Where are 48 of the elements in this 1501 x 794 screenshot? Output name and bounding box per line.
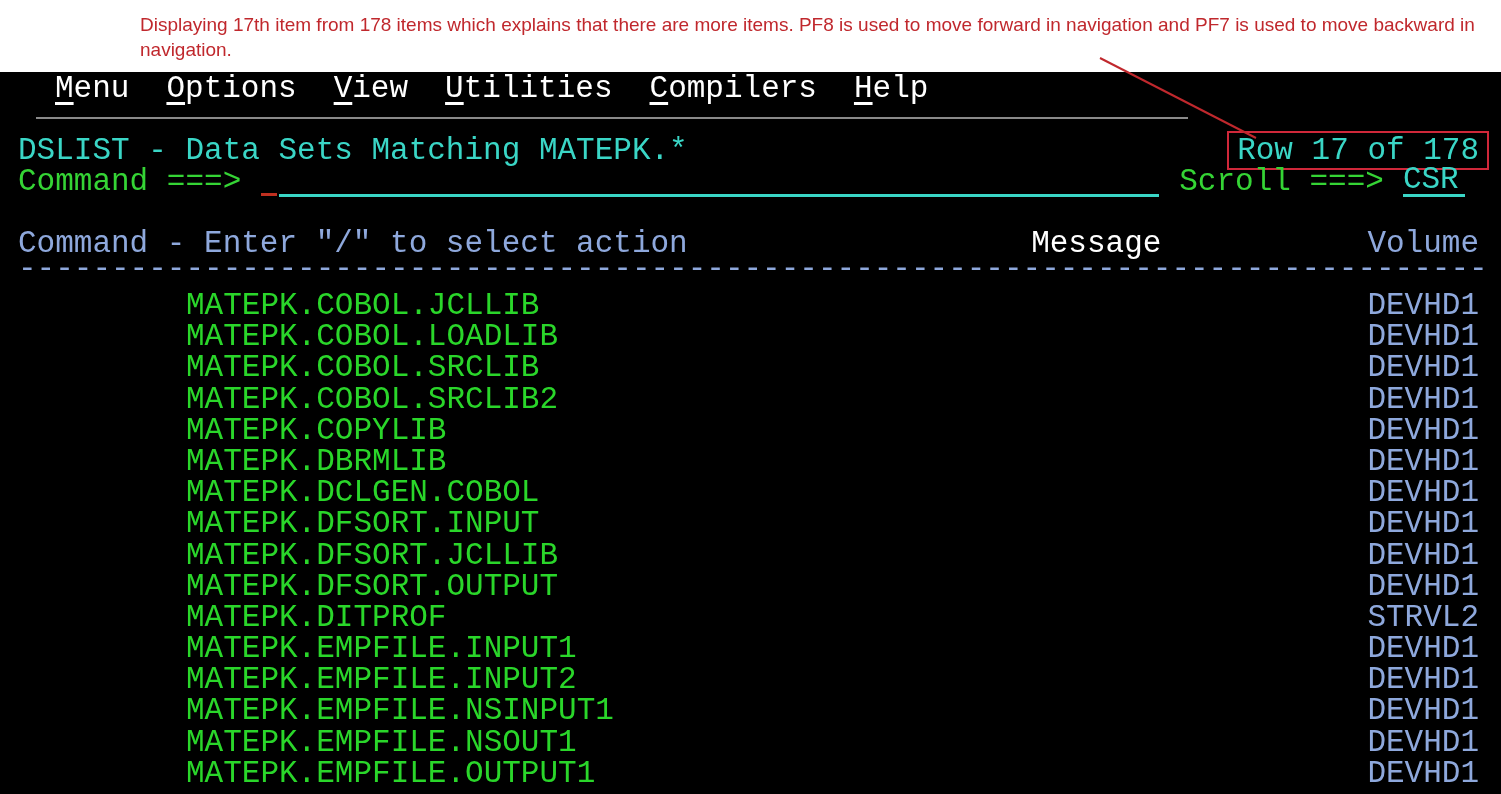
annotation-text: Displaying 17th item from 178 items which explains that there are more items. PF8 is used to move forward in navigation and PF7 is used to move backward in navigation. (140, 13, 1476, 62)
volume-cell: DEVHD1 (1367, 539, 1479, 571)
dataset-name[interactable]: MATEPK.DFSORT.INPUT (186, 508, 540, 540)
dataset-name[interactable]: MATEPK.DCLGEN.COBOL (186, 477, 540, 509)
dataset-name[interactable]: MATEPK.EMPFILE.OUTPUT1 (186, 757, 596, 789)
volume-cell: DEVHD1 (1367, 445, 1479, 478)
dataset-name[interactable]: MATEPK.DFSORT.OUTPUT (186, 570, 559, 602)
volume-cell: DEVHD1 (1367, 664, 1479, 696)
column-header: Volume (1367, 228, 1479, 259)
dataset-name[interactable]: MATEPK.COBOL.LOADLIB (186, 321, 559, 353)
volume-cell: DEVHD1 (1367, 321, 1479, 353)
column-header: Message (1031, 228, 1162, 259)
dataset-name[interactable]: MATEPK.COBOL.JCLLIB (186, 290, 540, 322)
dataset-name[interactable]: MATEPK.EMPFILE.NSINPUT1 (186, 695, 614, 727)
dataset-name[interactable]: MATEPK.COBOL.SRCLIB (186, 352, 540, 384)
panel-title: DSLIST - Data Sets Matching MATEPK.* (18, 135, 688, 166)
dataset-name[interactable]: MATEPK.DBRMLIB (186, 445, 447, 478)
menu-item[interactable]: Compilers (649, 73, 817, 104)
dataset-name[interactable]: MATEPK.EMPFILE.INPUT1 (186, 633, 577, 665)
menu-item[interactable]: Menu (55, 73, 130, 104)
scroll-label: Scroll ===> (1179, 166, 1384, 197)
menu-item[interactable]: Options (166, 73, 297, 104)
dataset-name[interactable]: MATEPK.EMPFILE.NSOUT1 (186, 726, 577, 758)
menu-item[interactable]: Help (853, 73, 929, 104)
volume-cell: DEVHD1 (1367, 633, 1479, 665)
scroll-field[interactable]: CSR (1402, 166, 1465, 197)
menu-item[interactable]: View (333, 73, 409, 104)
volume-cell: DEVHD1 (1367, 757, 1479, 789)
command-label: Command ===> (18, 166, 242, 197)
cursor-mark (261, 193, 278, 196)
dataset-name[interactable]: MATEPK.DFSORT.JCLLIB (186, 539, 559, 571)
separator-dashes: ------------------------------------------------------------------------------- (17, 259, 1489, 288)
volume-cell: DEVHD1 (1367, 352, 1479, 384)
volume-cell: DEVHD1 (1367, 477, 1479, 509)
dataset-name[interactable]: MATEPK.COPYLIB (186, 414, 447, 446)
volume-cell: DEVHD1 (1367, 695, 1479, 727)
volume-cell: DEVHD1 (1367, 290, 1479, 322)
volume-cell: DEVHD1 (1367, 508, 1479, 540)
volume-cell: DEVHD1 (1367, 383, 1479, 415)
dataset-name[interactable]: MATEPK.DITPROF (186, 601, 447, 634)
column-header: Command - Enter "/" to select action (18, 228, 688, 259)
volume-cell: DEVHD1 (1367, 570, 1479, 602)
dataset-name[interactable]: MATEPK.EMPFILE.INPUT2 (186, 664, 577, 696)
volume-cell: DEVHD1 (1367, 726, 1479, 758)
dataset-name[interactable]: MATEPK.COBOL.SRCLIB2 (186, 383, 559, 415)
volume-cell: STRVL2 (1367, 601, 1479, 634)
volume-cell: DEVHD1 (1367, 414, 1479, 446)
menu-item[interactable]: Utilities (445, 73, 613, 104)
